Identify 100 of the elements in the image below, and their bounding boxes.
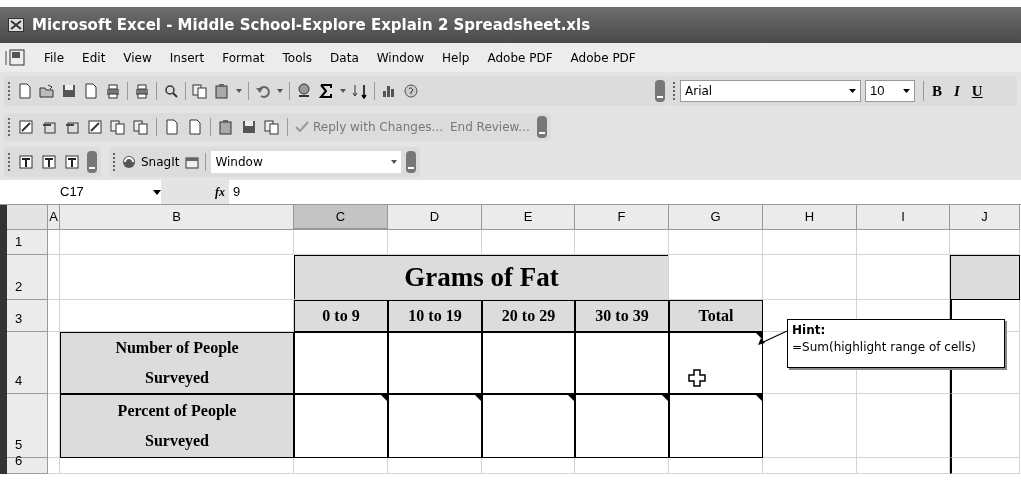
sheet-cell[interactable] <box>294 458 388 474</box>
caret-icon[interactable] <box>391 160 398 164</box>
column-header[interactable]: F <box>575 205 669 230</box>
toolbar-options-button[interactable] <box>536 116 547 138</box>
chart-icon[interactable] <box>381 83 397 99</box>
sheet-cell[interactable] <box>48 300 60 332</box>
pages-icon[interactable] <box>110 119 126 135</box>
column-header[interactable]: B <box>60 205 294 230</box>
menu-item[interactable]: Edit <box>82 48 106 67</box>
sheet-cell[interactable] <box>60 458 294 474</box>
table-cell[interactable] <box>294 394 388 458</box>
sheet-cell[interactable] <box>48 458 60 474</box>
table-cell[interactable] <box>669 332 763 394</box>
column-header[interactable]: C <box>294 205 388 230</box>
column-heading[interactable]: 0 to 9 <box>294 300 388 332</box>
menu-item[interactable]: Format <box>222 48 265 67</box>
menu-item[interactable]: Data <box>330 48 359 67</box>
column-heading[interactable]: 20 to 29 <box>482 300 575 332</box>
pencil-page-icon[interactable] <box>87 119 103 135</box>
sheet-cell[interactable] <box>575 458 669 474</box>
pages-icon[interactable] <box>192 83 208 99</box>
table-cell[interactable] <box>575 332 669 394</box>
clipboard-icon[interactable] <box>218 119 234 135</box>
column-header[interactable]: H <box>763 205 857 230</box>
font-size-dropdown[interactable]: 10 <box>865 80 915 102</box>
toolbar-options-button[interactable] <box>87 151 97 173</box>
document-icon[interactable] <box>4 48 26 67</box>
menu-item[interactable]: Insert <box>169 48 205 67</box>
pages-icon[interactable] <box>133 119 149 135</box>
shaded-cell[interactable] <box>950 255 1020 300</box>
sheet-cell[interactable] <box>763 394 857 458</box>
table-title[interactable]: Grams of Fat <box>294 255 669 300</box>
sheet-cell[interactable] <box>950 394 1020 458</box>
font-dropdown[interactable]: Arial <box>680 80 861 102</box>
caret-icon[interactable] <box>153 189 161 195</box>
sheet-cell[interactable] <box>857 230 950 255</box>
page-icon[interactable] <box>17 83 33 99</box>
column-header[interactable]: J <box>950 205 1020 230</box>
function-label[interactable]: fx <box>215 183 225 201</box>
printer-icon[interactable] <box>105 83 121 99</box>
menu-item[interactable]: File <box>44 48 65 67</box>
toolbar-options-button[interactable] <box>406 151 417 173</box>
page-icon[interactable] <box>164 119 180 135</box>
column-header[interactable]: A <box>48 205 60 230</box>
row-header[interactable]: 2 <box>7 255 48 300</box>
sheet-cell[interactable] <box>857 458 950 474</box>
sheet-cell[interactable] <box>60 230 294 255</box>
sheet-cell[interactable] <box>669 230 763 255</box>
printer-icon[interactable] <box>134 83 150 99</box>
row-header[interactable]: 3 <box>7 300 48 332</box>
formula-field[interactable]: 9 <box>229 180 1021 204</box>
column-header[interactable]: D <box>388 205 482 230</box>
toolbar-options-button[interactable] <box>655 80 665 102</box>
window-icon[interactable] <box>184 154 201 170</box>
table-cell[interactable] <box>294 332 388 394</box>
window-dropdown[interactable]: Window <box>211 151 402 173</box>
sheet-cell[interactable] <box>388 458 482 474</box>
row-header[interactable]: 1 <box>7 230 48 255</box>
table-cell[interactable] <box>575 394 669 458</box>
table-cell[interactable] <box>482 332 575 394</box>
sort-icon[interactable] <box>352 83 368 99</box>
sheet-cell[interactable] <box>950 458 1020 474</box>
sheet-cell[interactable] <box>482 458 575 474</box>
column-header[interactable]: E <box>482 205 575 230</box>
menu-item[interactable]: View <box>123 48 152 67</box>
sigma-icon[interactable] <box>318 83 334 99</box>
bold-button[interactable]: B <box>932 79 942 103</box>
italic-button[interactable]: I <box>954 79 960 103</box>
sheet-cell[interactable] <box>48 230 60 255</box>
help-icon[interactable] <box>403 83 419 99</box>
row-label[interactable]: Number of People Surveyed <box>60 332 294 394</box>
name-box[interactable]: C17 <box>0 180 140 204</box>
table-cell[interactable] <box>388 394 482 458</box>
table-cell[interactable] <box>388 332 482 394</box>
column-heading[interactable]: 30 to 39 <box>575 300 669 332</box>
pages-icon[interactable] <box>264 119 280 135</box>
column-header[interactable]: I <box>857 205 950 230</box>
sheet-cell[interactable] <box>763 255 857 300</box>
menu-item[interactable]: Help <box>442 48 470 67</box>
search-icon[interactable] <box>163 83 179 99</box>
table-cell[interactable] <box>482 394 575 458</box>
column-heading[interactable]: 10 to 19 <box>388 300 482 332</box>
column-heading[interactable]: Total <box>669 300 763 332</box>
page-icon[interactable] <box>83 83 99 99</box>
sheet-cell[interactable] <box>48 255 60 300</box>
page-icon[interactable] <box>187 119 203 135</box>
snagit-button[interactable]: SnagIt <box>121 153 180 171</box>
menu-item[interactable]: Tools <box>282 48 313 67</box>
sheet-cell[interactable] <box>763 230 857 255</box>
row-header[interactable]: 4 <box>7 332 48 394</box>
sheet-cell[interactable] <box>763 458 857 474</box>
underline-button[interactable]: U <box>971 79 983 103</box>
folder-icon[interactable] <box>39 83 55 99</box>
table-cell[interactable] <box>669 394 763 458</box>
menu-item[interactable]: Adobe PDF <box>570 48 636 67</box>
menu-item[interactable]: Adobe PDF <box>487 48 553 67</box>
column-header[interactable]: G <box>669 205 763 230</box>
row-header[interactable]: 6 <box>7 458 48 474</box>
undo-icon[interactable] <box>255 83 271 99</box>
clipboard-icon[interactable] <box>214 83 230 99</box>
